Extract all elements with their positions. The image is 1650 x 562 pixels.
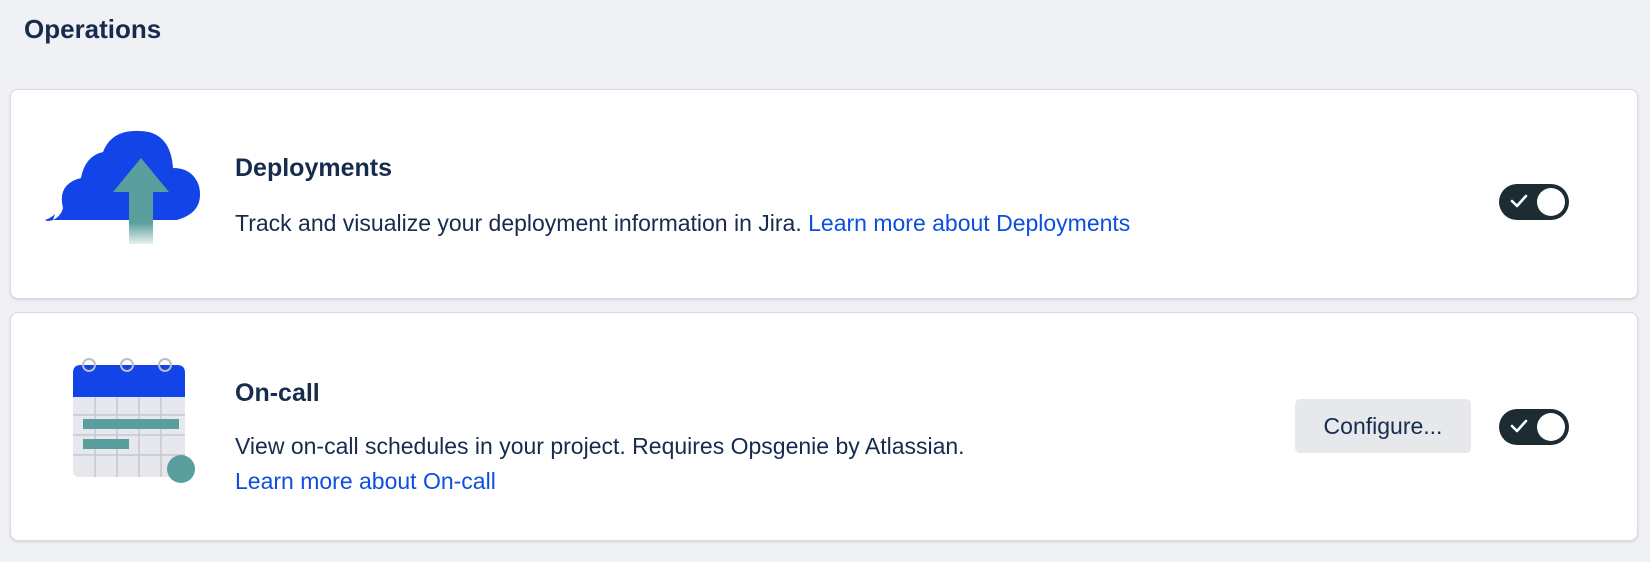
- deployments-card: Deployments Track and visualize your dep…: [10, 89, 1638, 299]
- calendar-icon: [73, 358, 195, 483]
- configure-button[interactable]: Configure...: [1295, 399, 1471, 453]
- deployments-title: Deployments: [235, 154, 392, 182]
- oncall-description: View on-call schedules in your project. …: [235, 429, 965, 499]
- check-icon: [1510, 419, 1528, 433]
- cloud-upload-icon: [45, 130, 201, 244]
- deployments-description: Track and visualize your deployment info…: [235, 206, 1130, 241]
- deployments-description-text: Track and visualize your deployment info…: [235, 210, 809, 236]
- oncall-learn-more-link[interactable]: Learn more about On-call: [235, 468, 496, 494]
- oncall-toggle[interactable]: [1499, 409, 1569, 445]
- deployments-toggle[interactable]: [1499, 184, 1569, 220]
- toggle-knob: [1537, 413, 1565, 441]
- oncall-description-text: View on-call schedules in your project. …: [235, 433, 965, 459]
- toggle-knob: [1537, 188, 1565, 216]
- oncall-title: On-call: [235, 379, 320, 407]
- check-icon: [1510, 194, 1528, 208]
- deployments-learn-more-link[interactable]: Learn more about Deployments: [808, 210, 1130, 236]
- oncall-card: On-call View on-call schedules in your p…: [10, 312, 1638, 541]
- section-title: Operations: [24, 14, 162, 44]
